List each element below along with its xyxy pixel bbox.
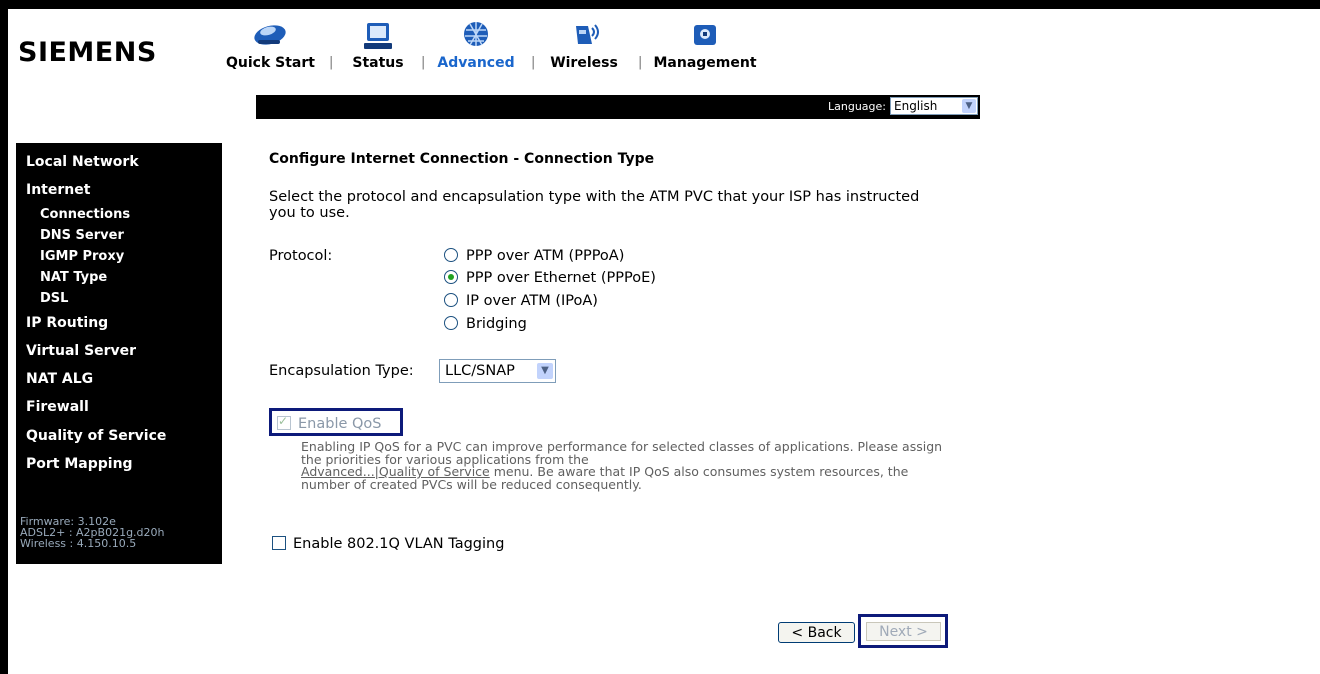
nav-advanced[interactable]: Advanced	[434, 18, 518, 71]
nav-separator: |	[638, 55, 643, 70]
sidebar-item-internet[interactable]: Internet	[26, 182, 90, 198]
radio-ipoa[interactable]: IP over ATM (IPoA)	[444, 293, 598, 309]
sidebar-item-nat-alg[interactable]: NAT ALG	[26, 371, 93, 387]
sidebar: Local Network Internet Connections DNS S…	[16, 143, 222, 564]
next-button[interactable]: Next >	[866, 622, 941, 641]
nav-label: Wireless	[550, 55, 618, 71]
advanced-globe-icon	[464, 22, 488, 46]
radio-label: PPP over Ethernet (PPPoE)	[466, 270, 656, 286]
radio-pppoe[interactable]: PPP over Ethernet (PPPoE)	[444, 270, 656, 286]
sidebar-item-quality-of-service[interactable]: Quality of Service	[26, 428, 166, 444]
nav-label: Quick Start	[226, 55, 315, 71]
sidebar-subitem-nat-type[interactable]: NAT Type	[40, 270, 107, 285]
sidebar-subitem-igmp-proxy[interactable]: IGMP Proxy	[40, 249, 124, 264]
page-description: Select the protocol and encapsulation ty…	[269, 189, 920, 221]
checkbox-indicator[interactable]	[272, 536, 286, 550]
radio-indicator[interactable]	[444, 316, 458, 330]
next-highlight: Next >	[858, 614, 948, 648]
radio-label: Bridging	[466, 316, 527, 332]
chevron-down-icon: ▼	[537, 363, 553, 379]
left-frame-border	[0, 0, 8, 674]
language-select[interactable]: English ▼	[890, 97, 978, 115]
encapsulation-value: LLC/SNAP	[445, 363, 515, 379]
radio-label: PPP over ATM (PPPoA)	[466, 248, 625, 264]
sidebar-subitem-dns-server[interactable]: DNS Server	[40, 228, 124, 243]
nav-management[interactable]: Management	[652, 18, 758, 71]
sidebar-subitem-dsl[interactable]: DSL	[40, 291, 68, 306]
radio-indicator[interactable]	[444, 293, 458, 307]
top-frame-border	[0, 0, 1320, 9]
nav-label: Management	[653, 55, 757, 71]
chevron-down-icon: ▼	[962, 99, 976, 113]
checkbox-indicator[interactable]	[277, 414, 291, 430]
radio-bridging[interactable]: Bridging	[444, 316, 527, 332]
checkbox-label: Enable QoS	[298, 416, 382, 432]
quick-start-icon	[254, 25, 286, 45]
sidebar-item-local-network[interactable]: Local Network	[26, 154, 139, 170]
nav-separator: |	[421, 55, 426, 70]
sidebar-item-firewall[interactable]: Firewall	[26, 399, 89, 415]
radio-indicator[interactable]	[444, 248, 458, 262]
siemens-logo: SIEMENS	[18, 37, 157, 68]
sidebar-item-port-mapping[interactable]: Port Mapping	[26, 456, 133, 472]
qos-note: Enabling IP QoS for a PVC can improve pe…	[301, 439, 961, 491]
radio-indicator[interactable]	[444, 270, 458, 284]
wireless-icon	[576, 24, 599, 44]
radio-pppoa[interactable]: PPP over ATM (PPPoA)	[444, 248, 624, 264]
qos-note-text: Enabling IP QoS for a PVC can improve pe…	[301, 439, 943, 467]
nav-label: Advanced	[437, 55, 515, 71]
checkbox-label: Enable 802.1Q VLAN Tagging	[293, 536, 505, 552]
protocol-label: Protocol:	[269, 248, 333, 264]
encapsulation-label: Encapsulation Type:	[269, 363, 414, 379]
qos-highlight: Enable QoS	[269, 408, 403, 436]
nav-label: Status	[352, 55, 404, 71]
back-button[interactable]: < Back	[778, 622, 855, 643]
page-title: Configure Internet Connection - Connecti…	[269, 151, 655, 167]
language-bar: Language: English ▼	[256, 95, 980, 119]
language-label: Language:	[828, 100, 886, 113]
language-value: English	[894, 99, 938, 113]
encapsulation-select[interactable]: LLC/SNAP ▼	[439, 359, 556, 383]
sidebar-subitem-connections[interactable]: Connections	[40, 207, 130, 222]
enable-qos-checkbox[interactable]: Enable QoS	[277, 414, 382, 432]
nav-separator: |	[329, 55, 334, 70]
nav-quick-start[interactable]: Quick Start	[226, 18, 315, 71]
sidebar-item-ip-routing[interactable]: IP Routing	[26, 315, 108, 331]
management-icon	[694, 25, 716, 45]
status-monitor-icon	[364, 23, 392, 49]
wireless-version: Wireless : 4.150.10.5	[20, 537, 137, 550]
nav-separator: |	[531, 55, 536, 70]
nav-wireless[interactable]: Wireless	[544, 18, 624, 71]
radio-label: IP over ATM (IPoA)	[466, 293, 598, 309]
sidebar-item-virtual-server[interactable]: Virtual Server	[26, 343, 136, 359]
nav-status[interactable]: Status	[346, 18, 410, 71]
enable-vlan-tagging-checkbox[interactable]: Enable 802.1Q VLAN Tagging	[272, 536, 504, 552]
